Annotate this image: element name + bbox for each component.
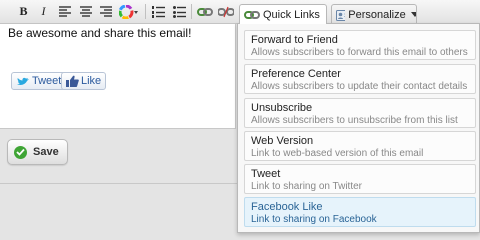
quick-link-title: Web Version: [251, 135, 314, 147]
tab-quick-links[interactable]: Quick Links: [239, 4, 327, 24]
quick-link-desc: Allows subscribers to update their conta…: [251, 81, 468, 92]
align-right-icon[interactable]: [97, 3, 114, 20]
align-left-icon[interactable]: [56, 3, 73, 20]
quick-link-facebook-like[interactable]: Facebook Like Link to sharing on Faceboo…: [244, 197, 476, 227]
link-icon: [244, 10, 260, 19]
save-button[interactable]: Save: [7, 139, 68, 165]
divider: [0, 183, 240, 184]
quick-link-tweet[interactable]: Tweet Link to sharing on Twitter: [244, 164, 476, 194]
quick-link-desc: Link to web-based version of this email: [251, 148, 424, 159]
quick-link-desc: Allows subscribers to forward this email…: [251, 47, 468, 58]
bold-icon[interactable]: B: [15, 3, 32, 20]
quick-links-dropdown: Forward to Friend Allows subscribers to …: [237, 23, 480, 233]
link-icon[interactable]: [196, 3, 213, 20]
chevron-down-icon: [410, 12, 416, 17]
tab-personalize-label: Personalize: [348, 8, 406, 21]
quick-link-title: Facebook Like: [251, 201, 323, 213]
checkmark-icon: [14, 145, 27, 159]
quick-link-title: Unsubscribe: [251, 102, 313, 114]
align-center-icon[interactable]: [77, 3, 94, 20]
unordered-list-icon[interactable]: [171, 3, 188, 20]
quick-link-desc: Link to sharing on Facebook: [251, 214, 377, 225]
quick-link-desc: Allows subscribers to unsubscribe from t…: [251, 115, 458, 126]
color-wheel-icon[interactable]: [118, 3, 140, 20]
thumbs-up-icon: [66, 75, 79, 87]
id-card-icon: [336, 9, 346, 21]
ordered-list-icon[interactable]: [150, 3, 167, 20]
twitter-bird-icon: [17, 77, 29, 85]
save-label: Save: [33, 146, 59, 158]
unlink-icon[interactable]: [217, 3, 234, 20]
quick-link-unsubscribe[interactable]: Unsubscribe Allows subscribers to unsubs…: [244, 98, 476, 128]
quick-link-title: Forward to Friend: [251, 34, 338, 46]
tweet-button[interactable]: Tweet: [11, 72, 67, 90]
quick-link-title: Tweet: [251, 168, 281, 180]
tab-personalize[interactable]: Personalize: [331, 4, 417, 24]
tweet-label: Tweet: [32, 75, 62, 87]
editor-body-text: Be awesome and share this email!: [8, 26, 192, 40]
quick-link-title: Preference Center: [251, 68, 341, 80]
quick-link-desc: Link to sharing on Twitter: [251, 181, 362, 192]
email-editor-area[interactable]: Be awesome and share this email! Tweet L…: [0, 24, 236, 129]
facebook-like-button[interactable]: Like: [61, 72, 107, 90]
italic-icon[interactable]: I: [35, 3, 52, 20]
quick-link-preference-center[interactable]: Preference Center Allows subscribers to …: [244, 64, 476, 94]
tab-quick-links-label: Quick Links: [263, 8, 320, 21]
like-label: Like: [81, 75, 102, 87]
quick-link-forward-to-friend[interactable]: Forward to Friend Allows subscribers to …: [244, 30, 476, 60]
quick-link-web-version[interactable]: Web Version Link to web-based version of…: [244, 131, 476, 161]
